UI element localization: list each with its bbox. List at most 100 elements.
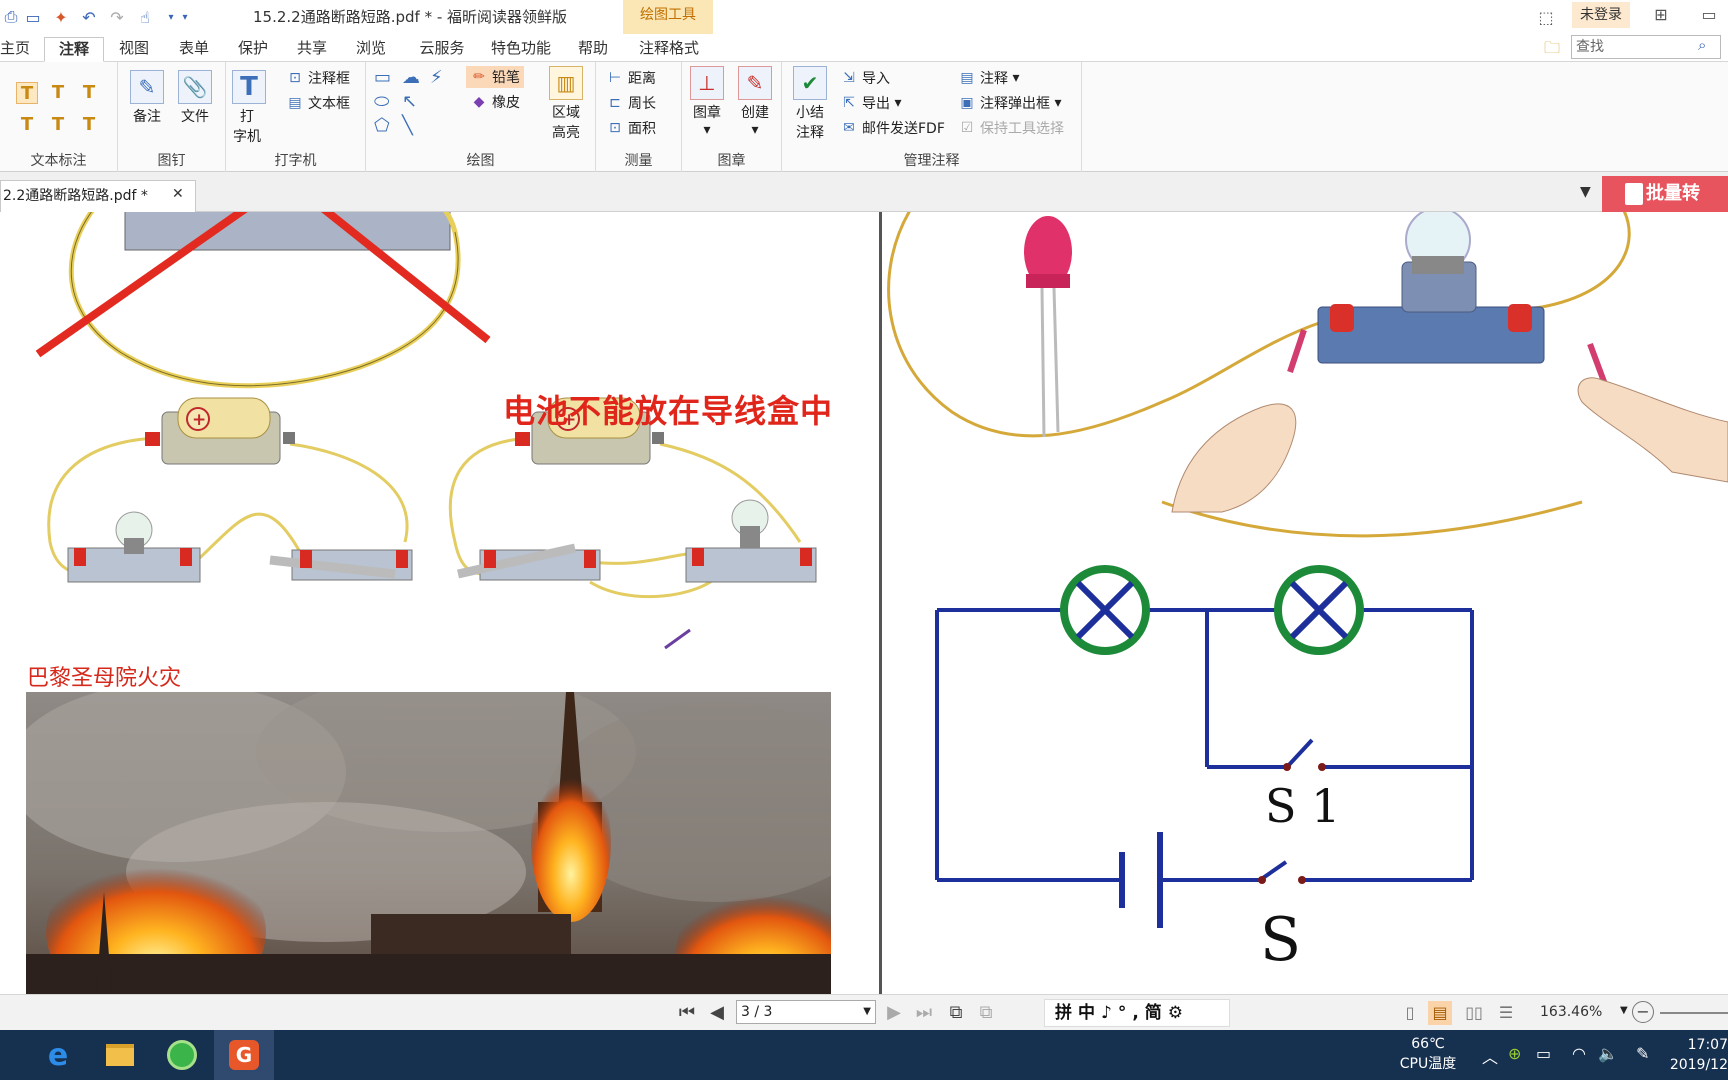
share-icon[interactable]: ⬚ [1535,6,1557,28]
redo-icon[interactable]: ↷ [106,6,128,28]
comment-popup-button[interactable]: ▣ 注释弹出框 ▾ [958,93,1061,113]
zoom-slider[interactable] [1660,1012,1728,1014]
window-icon[interactable]: ▭ [22,6,44,28]
tray-app-icon[interactable]: ⊕ [1508,1044,1521,1063]
continuous-facing-view-icon[interactable]: ☰ [1494,1001,1518,1025]
insert-page-icon[interactable]: ⧉ [944,1001,968,1025]
callout-button[interactable]: ⊡ 注释框 [286,68,350,88]
pen-icon[interactable]: ✎ [1636,1044,1649,1063]
tab-comment-format[interactable]: 注释格式 [634,37,704,62]
wifi-icon[interactable]: ◠ [1572,1044,1586,1063]
highlight-text-icon[interactable]: T [16,82,38,104]
chevron-down-icon[interactable]: ▼ [863,1001,871,1023]
rectangle-icon[interactable]: ▭ [374,68,391,88]
textbox-button[interactable]: ▤ 文本框 [286,93,350,113]
tab-list-dropdown-icon[interactable]: ▼ [1580,184,1591,200]
create-stamp-button[interactable]: ✎ 创建 ▾ [732,66,778,138]
search-icon[interactable]: ⌕ [1698,36,1718,56]
typewriter-button[interactable]: T 打 字机 [232,70,266,146]
new-icon[interactable]: ✦ [50,6,72,28]
hand-tool-icon[interactable]: ☝ [134,6,156,28]
undo-icon[interactable]: ↶ [78,6,100,28]
tab-view[interactable]: 视图 [114,37,154,62]
line-icon[interactable]: ╲ [402,116,413,136]
strikeout-text-icon[interactable]: T [16,114,38,136]
arrow-icon[interactable]: ↖ [402,92,417,112]
login-button[interactable]: 未登录 [1572,2,1630,28]
edge-icon[interactable]: e [28,1030,88,1080]
tab-cloud[interactable]: 云服务 [412,37,472,62]
area-button[interactable]: ⊡ 面积 [606,118,656,138]
zoom-out-icon[interactable]: − [1632,1001,1654,1023]
volume-icon[interactable]: 🔈 [1598,1044,1618,1063]
next-page-icon[interactable]: ▶ [882,1001,906,1025]
tab-help[interactable]: 帮助 [573,37,613,62]
continuous-view-icon[interactable]: ▤ [1428,1001,1452,1025]
tab-share[interactable]: 共享 [292,37,332,62]
file-attach-button[interactable]: 📎 文件 [174,70,216,126]
extract-page-icon[interactable]: ⧉ [974,1001,998,1025]
facing-view-icon[interactable]: ▯▯ [1462,1001,1486,1025]
battery-icon[interactable]: ▭ [1536,1044,1551,1063]
minimize-icon[interactable]: ▭ [1695,3,1723,27]
group-label: 管理注释 [903,153,960,169]
squiggly-text-icon[interactable]: T [78,82,100,104]
underline-text-icon[interactable]: T [47,82,69,104]
tab-comment[interactable]: 注释 [44,37,104,62]
distance-button[interactable]: ⊢ 距离 [606,68,656,88]
circuit-schematic [935,608,1474,928]
checkbox-icon: ☑ [960,120,974,136]
zoom-level[interactable]: 163.46% [1540,1004,1602,1020]
polyline-icon[interactable]: ⚡ [430,68,443,88]
browser-icon[interactable] [152,1030,212,1080]
print-icon[interactable]: ⎙ [0,6,22,28]
note-button[interactable]: ✎ 备注 [126,70,168,126]
summary-button[interactable]: ✔ 小结 注释 [790,66,830,142]
prev-page-icon[interactable]: ◀ [705,1001,729,1025]
email-fdf-button[interactable]: ✉ 邮件发送FDF [840,118,945,138]
file-explorer-icon[interactable] [90,1030,150,1080]
zoom-dropdown-icon[interactable]: ▼ [1620,1005,1628,1016]
first-page-icon[interactable]: ⏮ [675,1001,699,1025]
close-icon[interactable]: ✕ [172,186,184,202]
import-button[interactable]: ⇲ 导入 [840,68,890,88]
customize-icon[interactable]: ▾ [174,6,196,28]
folder-search-icon[interactable]: 🗀 [1544,37,1560,64]
drawing-tools-context-tab[interactable]: 绘图工具 [623,0,713,34]
tab-home[interactable]: 主页 [0,37,30,62]
document-tab[interactable]: 2.2通路断路短路.pdf * [0,180,196,212]
eraser-button[interactable]: ◆ 橡皮 [470,92,520,112]
pencil-button[interactable]: ✏ 铅笔 [466,66,524,88]
page-number-input[interactable]: 3 / 3 ▼ [736,1000,876,1024]
clock[interactable]: 17:07 2019/12 [1660,1035,1728,1075]
replace-text-icon[interactable]: T [47,114,69,136]
tab-form[interactable]: 表单 [174,37,214,62]
cpu-temperature[interactable]: 66℃ CPU温度 [1392,1034,1464,1074]
export-button[interactable]: ⇱ 导出 ▾ [840,93,901,113]
tab-features[interactable]: 特色功能 [486,37,556,62]
tab-browse[interactable]: 浏览 [351,37,391,62]
last-page-icon[interactable]: ⏭ [912,1001,936,1025]
foxit-icon[interactable]: G [214,1030,274,1080]
file-label: 文件 [181,109,209,125]
note-label: 备注 [133,109,161,125]
insert-text-icon[interactable]: T [78,114,100,136]
group-manage: ✔ 小结 注释 ⇲ 导入 ⇱ 导出 ▾ ✉ 邮件发送FDF ▤ 注释 ▾ ▣ 注释弹出框 … [782,62,1082,172]
polygon-icon[interactable]: ⬠ [374,116,390,136]
batch-convert-button[interactable]: 批量转 [1602,176,1728,212]
ellipse-icon[interactable]: ⬭ [374,92,389,112]
stamp-button[interactable]: ⊥ 图章 ▾ [684,66,730,138]
file-attach-icon: 📎 [178,70,212,104]
document-view[interactable]: + + 电池不能放在导线盒中 巴黎圣母院火灾 S 1 S [0,212,1728,994]
comments-button[interactable]: ▤ 注释 ▾ [958,68,1019,88]
keep-tool-checkbox[interactable]: ☑ 保持工具选择 [958,118,1064,138]
tab-protect[interactable]: 保护 [233,37,273,62]
export-icon: ⇱ [843,95,855,111]
ime-toolbar[interactable]: 拼中♪°,简⚙ [1044,999,1230,1027]
tray-chevron-icon[interactable]: ︿ [1482,1044,1498,1068]
area-highlight-button[interactable]: ▥ 区域 高亮 [546,66,586,142]
single-page-view-icon[interactable]: ▯ [1398,1001,1422,1025]
restore-layout-icon[interactable]: ⊞ [1647,3,1675,27]
cloud-icon[interactable]: ☁ [402,68,420,88]
perimeter-button[interactable]: ⊏ 周长 [606,93,656,113]
